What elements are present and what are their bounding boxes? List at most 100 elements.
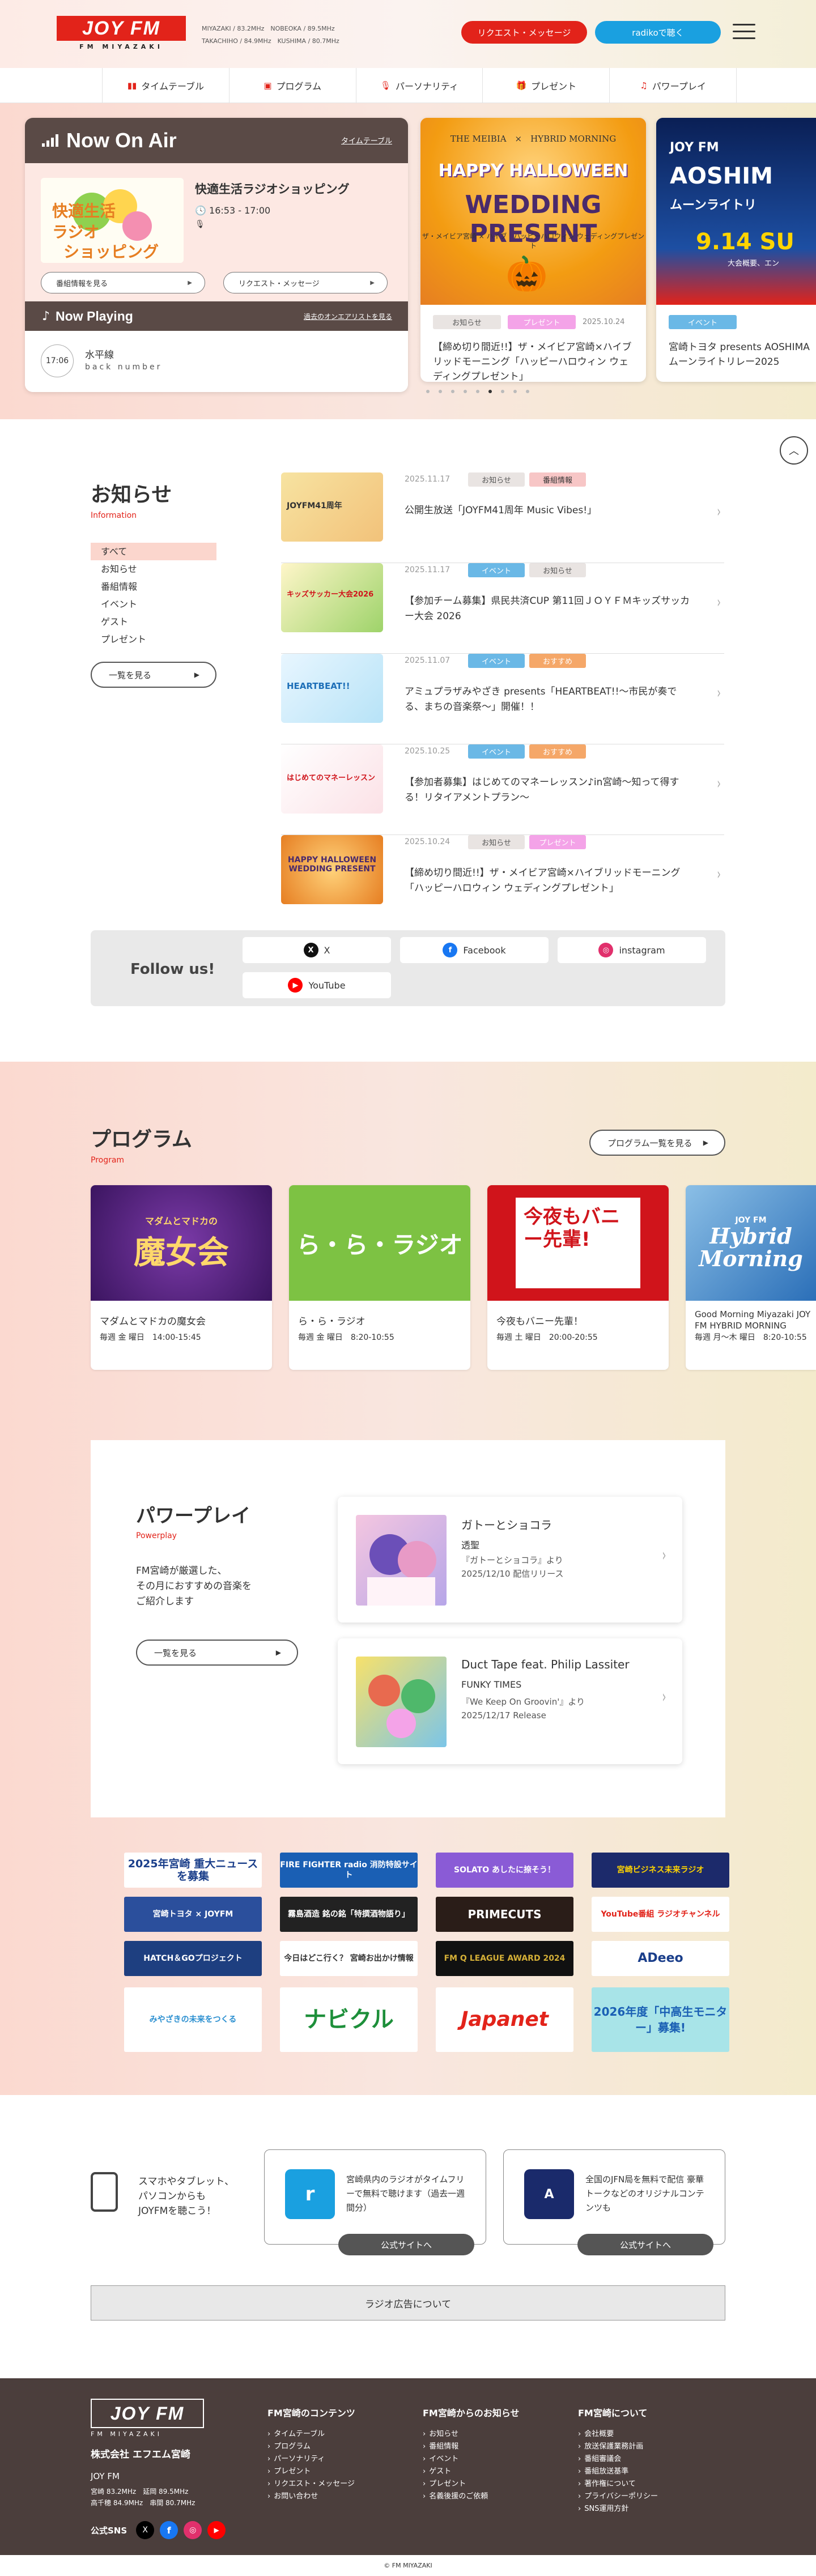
radiko-listen-button[interactable]: radikoで聴く	[595, 21, 721, 44]
carousel-slide[interactable]: THE MEIBIA × HYBRID MORNING HAPPY HALLOW…	[420, 118, 646, 382]
past-onair-list-link[interactable]: 過去のオンエアリストを見る	[304, 312, 392, 321]
facebook-icon: f	[443, 943, 458, 957]
request-button[interactable]: リクエスト・メッセージ	[223, 272, 388, 293]
chevron-right-icon: ›	[717, 502, 721, 521]
news-more-button[interactable]: 一覧を見る	[91, 662, 216, 688]
carousel-dot[interactable]	[526, 390, 529, 393]
category-notice[interactable]: お知らせ	[91, 560, 216, 578]
sns-link-facebook[interactable]: f Facebook	[400, 937, 549, 963]
program-card-image: ら・ら・ラジオ	[289, 1185, 470, 1301]
chevron-right-icon: ›	[717, 865, 721, 883]
scroll-to-top-button[interactable]: ︿	[780, 436, 808, 465]
carousel-dot-active[interactable]	[488, 390, 492, 393]
site-logo[interactable]: JOY FM FM MIYAZAKI	[57, 16, 186, 51]
nav-item-timetable[interactable]: ▮▮ タイムテーブル	[102, 68, 229, 103]
nav-item-program[interactable]: ▣ プログラム	[228, 68, 356, 103]
footer-link[interactable]: 番組放送基準	[578, 2466, 658, 2478]
radiko-official-button[interactable]: 公式サイトへ	[338, 2234, 474, 2255]
footer-link[interactable]: 会社概要	[578, 2428, 658, 2441]
sns-link-youtube[interactable]: ▶ YouTube	[243, 972, 391, 998]
category-event[interactable]: イベント	[91, 595, 216, 613]
footer-link[interactable]: タイムテーブル	[267, 2428, 355, 2441]
sns-link-instagram[interactable]: ◎ instagram	[558, 937, 706, 963]
banner[interactable]: ナビクル	[280, 1987, 418, 2052]
footer-link[interactable]: プレゼント	[267, 2466, 355, 2478]
footer-link[interactable]: 放送保護業務計画	[578, 2441, 658, 2453]
nav-item-powerplay[interactable]: ♫ パワープレイ	[609, 68, 737, 103]
powerplay-card[interactable]: ガトーとショコラ 透聖 『ガトーとショコラ』より 2025/12/10 配信リリ…	[338, 1497, 682, 1623]
banner[interactable]: FIRE FIGHTER radio 消防特設サイト	[280, 1853, 418, 1888]
carousel-slide[interactable]: JOY FM AOSHIM ムーンライトリ 9.14 SU イベント 宮崎トヨタ…	[656, 118, 816, 382]
footer-link[interactable]: プログラム	[267, 2441, 355, 2453]
footer-link[interactable]: 著作権について	[578, 2478, 658, 2490]
footer-link[interactable]: 番組審議会	[578, 2453, 658, 2466]
footer-link[interactable]: パーソナリティ	[267, 2453, 355, 2466]
youtube-icon[interactable]: ▶	[207, 2521, 226, 2539]
nav-item-personality[interactable]: 🎙 パーソナリティ	[355, 68, 483, 103]
footer-link[interactable]: 名義後援のご依頼	[423, 2490, 520, 2503]
program-card[interactable]: ら・ら・ラジオ ら・ら・ラジオ 毎週 金 曜日 8:20-10:55	[289, 1185, 470, 1370]
banner[interactable]: 宮崎ビジネス未来ラジオ	[592, 1853, 729, 1888]
sns-link-x[interactable]: XX	[243, 937, 391, 963]
banner[interactable]: みやざきの未来をつくる	[124, 1987, 262, 2052]
footer-link[interactable]: 番組情報	[423, 2441, 520, 2453]
footer-link[interactable]: ゲスト	[423, 2466, 520, 2478]
banner[interactable]: HATCH＆GOプロジェクト	[124, 1941, 262, 1976]
category-all[interactable]: すべて	[91, 543, 216, 560]
tag: イベント	[669, 315, 737, 329]
banner[interactable]: 霧島酒造 銘の銘「特撰酒物語り」	[280, 1897, 418, 1932]
banner[interactable]: FM Q LEAGUE AWARD 2024	[436, 1941, 573, 1976]
facebook-icon[interactable]: f	[160, 2521, 178, 2539]
program-card[interactable]: 今夜もバニー先輩! 今夜もバニー先輩！ 毎週 土 曜日 20:00-20:55	[487, 1185, 669, 1370]
footer-link[interactable]: イベント	[423, 2453, 520, 2466]
news-item[interactable]: はじめてのマネーレッスン 2025.10.25 イベント おすすめ 【参加者募集】…	[281, 744, 724, 835]
adeeo-official-button[interactable]: 公式サイトへ	[577, 2234, 713, 2255]
banner[interactable]: YouTube番組 ラジオチャンネル	[592, 1897, 729, 1932]
footer-link[interactable]: お知らせ	[423, 2428, 520, 2441]
program-card[interactable]: JOY FM Hybrid Morning Good Morning Miyaz…	[686, 1185, 816, 1370]
carousel-dot[interactable]	[464, 390, 467, 393]
footer-link[interactable]: お問い合わせ	[267, 2490, 355, 2503]
radio-ad-button[interactable]: ラジオ広告について	[91, 2285, 725, 2320]
category-present[interactable]: プレゼント	[91, 631, 216, 648]
carousel-dot[interactable]	[451, 390, 454, 393]
footer-link[interactable]: プライバシーポリシー	[578, 2490, 658, 2503]
banner[interactable]: Japanet	[436, 1987, 573, 2052]
news-item[interactable]: HEARTBEAT!! 2025.11.07 イベント おすすめ アミュプラザみや…	[281, 654, 724, 744]
footer-link[interactable]: プレゼント	[423, 2478, 520, 2490]
news-item[interactable]: HAPPY HALLOWEEN WEDDING PRESENT 2025.10.…	[281, 835, 724, 926]
powerplay-more-button[interactable]: 一覧を見る	[136, 1640, 298, 1666]
category-program-info[interactable]: 番組情報	[91, 578, 216, 595]
banner[interactable]: 宮崎トヨタ × JOYFM	[124, 1897, 262, 1932]
signal-bars-icon	[42, 134, 58, 147]
news-item[interactable]: JOYFM41周年 2025.11.17 お知らせ 番組情報 公開生放送「JOYF…	[281, 472, 724, 563]
hamburger-menu-icon[interactable]	[733, 24, 755, 41]
program-card[interactable]: マダムとマドカの 魔女会 マダムとマドカの魔女会 毎週 金 曜日 14:00-1…	[91, 1185, 272, 1370]
banner[interactable]: ADeeo	[592, 1941, 729, 1976]
nav-label: タイムテーブル	[141, 81, 205, 92]
category-guest[interactable]: ゲスト	[91, 613, 216, 631]
news-item[interactable]: キッズサッカー大会2026 2025.11.17 イベント お知らせ 【参加チーム…	[281, 563, 724, 654]
program-info-button[interactable]: 番組情報を見る	[41, 272, 205, 293]
banner[interactable]: 2025年宮崎 重大ニュースを募集	[124, 1853, 262, 1888]
request-message-button[interactable]: リクエスト・メッセージ	[461, 21, 587, 44]
carousel-dot[interactable]	[439, 390, 442, 393]
footer-link[interactable]: SNS運用方針	[578, 2503, 658, 2515]
news-date: 2025.11.07	[405, 656, 450, 665]
banner[interactable]: SOLATO あしたに捺そう！	[436, 1853, 573, 1888]
instagram-icon[interactable]: ◎	[184, 2521, 202, 2539]
powerplay-card[interactable]: Duct Tape feat. Philip Lassiter FUNKY TI…	[338, 1638, 682, 1764]
carousel-dot[interactable]	[476, 390, 479, 393]
nav-item-present[interactable]: 🎁 プレゼント	[482, 68, 609, 103]
carousel-dot[interactable]	[426, 390, 430, 393]
timetable-link[interactable]: タイムテーブル	[341, 135, 392, 146]
footer-link[interactable]: リクエスト・メッセージ	[267, 2478, 355, 2490]
banner[interactable]: 今日はどこ行く？ 宮崎お出かけ情報	[280, 1941, 418, 1976]
carousel-dot[interactable]	[513, 390, 517, 393]
carousel-dot[interactable]	[501, 390, 504, 393]
footer-logo[interactable]: JOY FM	[91, 2399, 204, 2428]
x-icon[interactable]: X	[136, 2521, 155, 2539]
banner[interactable]: 2026年度「中高生モニター」募集!	[592, 1987, 729, 2052]
banner[interactable]: PRIMECUTS	[436, 1897, 573, 1932]
program-list-button[interactable]: プログラム一覧を見る	[589, 1130, 725, 1156]
